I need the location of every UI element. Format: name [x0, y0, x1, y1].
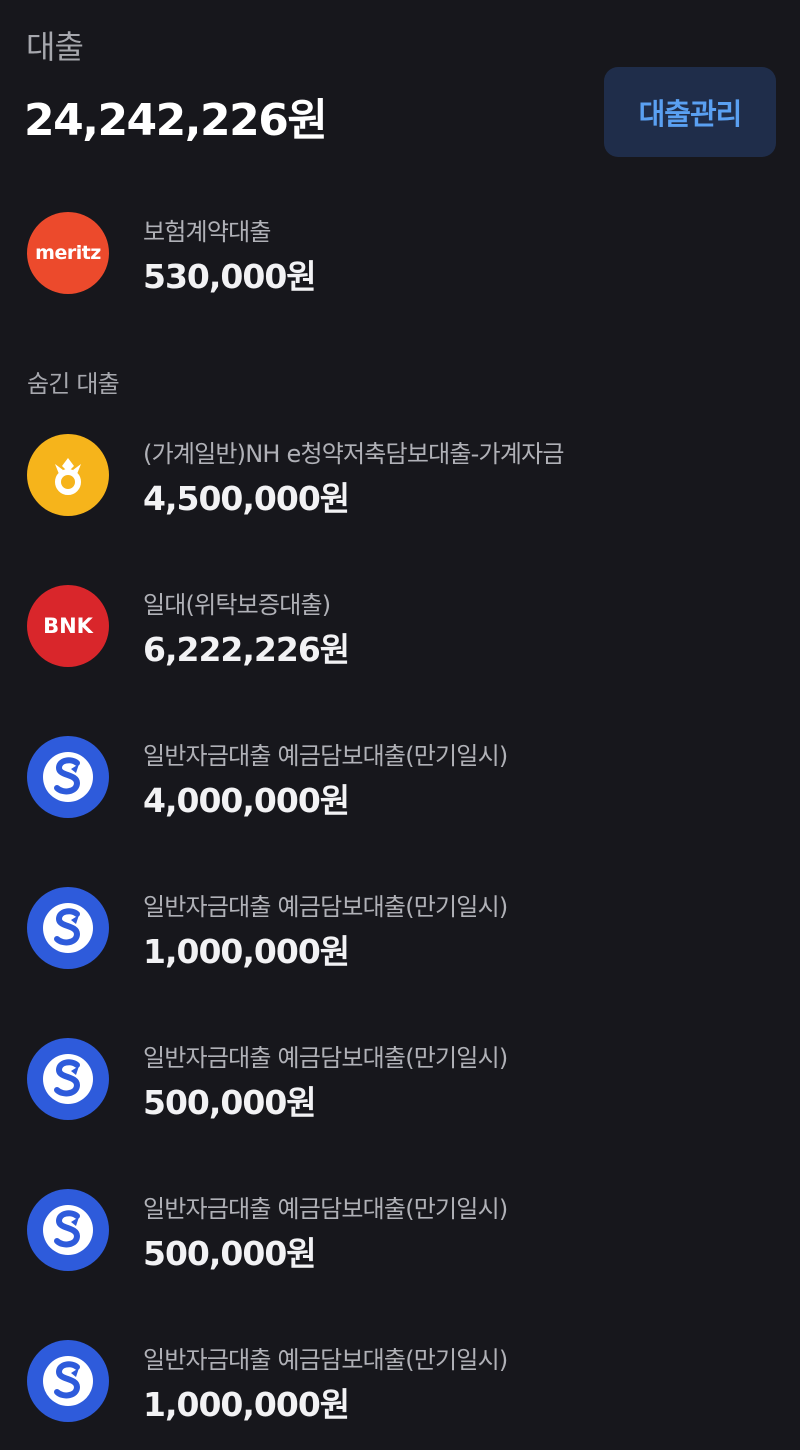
loan-amount: 1,000,000원	[143, 1385, 350, 1424]
shinhan-logo	[27, 1038, 109, 1120]
loan-amount: 1,000,000원	[143, 932, 350, 971]
loan-name: 일대(위탁보증대출)	[143, 591, 331, 619]
loan-amount: 530,000원	[143, 257, 317, 296]
loan-name: (가계일반)NH e청약저축담보대출-가계자금	[143, 440, 564, 468]
loan-item[interactable]: 일반자금대출 예금담보대출(만기일시) 500,000원	[0, 1038, 800, 1148]
shinhan-logo	[27, 1340, 109, 1422]
loan-name: 일반자금대출 예금담보대출(만기일시)	[143, 1195, 508, 1223]
hidden-loans-label: 숨긴 대출	[27, 370, 120, 398]
loan-item[interactable]: 일반자금대출 예금담보대출(만기일시) 500,000원	[0, 1189, 800, 1299]
loan-amount: 4,000,000원	[143, 781, 350, 820]
loan-item[interactable]: 일반자금대출 예금담보대출(만기일시) 1,000,000원	[0, 887, 800, 997]
section-title: 대출	[26, 28, 84, 66]
loan-manage-button[interactable]: 대출관리	[604, 67, 776, 157]
shinhan-logo	[27, 736, 109, 818]
loan-item[interactable]: BNK 일대(위탁보증대출) 6,222,226원	[0, 585, 800, 695]
shinhan-logo	[27, 887, 109, 969]
loan-name: 일반자금대출 예금담보대출(만기일시)	[143, 893, 508, 921]
loan-amount: 500,000원	[143, 1234, 317, 1273]
loan-item[interactable]: meritz 보험계약대출 530,000원	[0, 212, 800, 322]
loan-amount: 4,500,000원	[143, 479, 350, 518]
nh-logo	[27, 434, 109, 516]
shinhan-symbol-icon	[43, 1054, 93, 1104]
loan-name: 일반자금대출 예금담보대출(만기일시)	[143, 1044, 508, 1072]
bnk-logo-text: BNK	[43, 614, 93, 638]
loan-item[interactable]: 일반자금대출 예금담보대출(만기일시) 4,000,000원	[0, 736, 800, 846]
shinhan-logo	[27, 1189, 109, 1271]
loan-name: 일반자금대출 예금담보대출(만기일시)	[143, 1346, 508, 1374]
nh-symbol-icon	[55, 458, 81, 495]
loan-name: 일반자금대출 예금담보대출(만기일시)	[143, 742, 508, 770]
loan-amount: 6,222,226원	[143, 630, 350, 669]
loan-item[interactable]: (가계일반)NH e청약저축담보대출-가계자금 4,500,000원	[0, 434, 800, 544]
loan-amount: 500,000원	[143, 1083, 317, 1122]
meritz-logo-text: meritz	[35, 242, 101, 264]
bnk-logo: BNK	[27, 585, 109, 667]
shinhan-symbol-icon	[43, 752, 93, 802]
shinhan-symbol-icon	[43, 903, 93, 953]
shinhan-symbol-icon	[43, 1356, 93, 1406]
total-loan-amount: 24,242,226원	[24, 95, 328, 146]
meritz-logo: meritz	[27, 212, 109, 294]
loan-name: 보험계약대출	[143, 218, 271, 246]
loan-item[interactable]: 일반자금대출 예금담보대출(만기일시) 1,000,000원	[0, 1340, 800, 1450]
shinhan-symbol-icon	[43, 1205, 93, 1255]
